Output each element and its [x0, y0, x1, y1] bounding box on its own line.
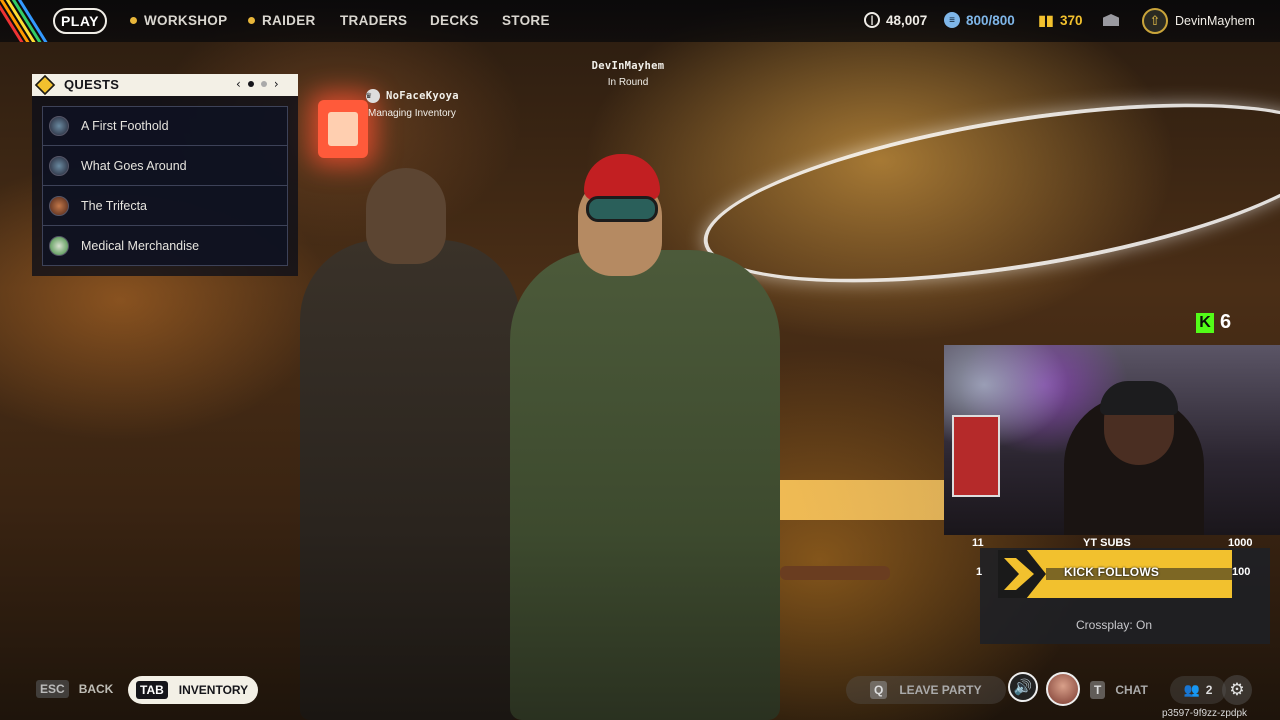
esc-key-icon: ESC	[36, 680, 69, 698]
wall-poster	[952, 415, 1000, 497]
goggles	[586, 196, 658, 222]
chat-button[interactable]: T CHAT	[1090, 676, 1148, 704]
quest-label: Medical Merchandise	[81, 238, 200, 253]
player-name: NoFaceKyoya	[386, 90, 459, 102]
chevron-right-icon	[998, 550, 1046, 598]
quest-item[interactable]: A First Foothold	[42, 106, 288, 146]
chat-label: CHAT	[1115, 683, 1148, 697]
quests-header: QUESTS ‹ ›	[32, 74, 298, 96]
party-members-button[interactable]: 👥 2	[1170, 676, 1226, 704]
streamer-headset	[1100, 381, 1178, 415]
prev-page-icon[interactable]: ‹	[236, 77, 241, 91]
kick-follows-goal-bar: KICK FOLLOWS	[998, 550, 1232, 598]
quests-panel: QUESTS ‹ › A First Foothold What Goes Ar…	[32, 74, 298, 276]
tab-workshop[interactable]: WORKSHOP	[130, 13, 227, 28]
yt-subs-label: YT SUBS	[1083, 537, 1131, 549]
party-controls: Q LEAVE PARTY 🔊 T CHAT 👥 2 ⚙	[846, 672, 1266, 708]
player-status: Managing Inventory	[368, 108, 456, 119]
player-name: DevInMayhem	[591, 60, 665, 72]
quest-giver-avatar-icon	[49, 155, 69, 176]
raider-character-right	[510, 250, 780, 720]
rainbow-stripes-logo	[0, 0, 48, 42]
quests-title: QUESTS	[64, 77, 120, 92]
quest-item[interactable]: The Trifecta	[42, 186, 288, 226]
energy-balance[interactable]: ≡ 800/800	[944, 12, 1015, 28]
quest-giver-avatar-icon	[49, 195, 69, 216]
crossplay-status: Crossplay: On	[1076, 618, 1153, 632]
username-label[interactable]: DevinMayhem	[1175, 14, 1255, 28]
bar-stool	[780, 566, 890, 580]
t-key-icon: T	[1090, 681, 1106, 699]
coins-balance[interactable]: | 48,007	[864, 12, 927, 28]
notification-dot-icon	[130, 16, 137, 24]
quests-pager: ‹ ›	[236, 77, 279, 91]
top-nav-bar: PLAY WORKSHOP RAIDER TRADERS DECKS STORE…	[0, 0, 1280, 42]
webcam-feed	[944, 345, 1280, 535]
player-tag-self: DevInMayhem In Round	[582, 60, 674, 88]
raider-character-left	[300, 240, 520, 720]
party-leader-crown-icon: ♛	[366, 89, 380, 103]
leave-party-label: LEAVE PARTY	[899, 683, 982, 697]
page-dot-active	[247, 81, 254, 87]
leave-party-button[interactable]: Q LEAVE PARTY	[846, 676, 1006, 704]
q-key-icon: Q	[870, 681, 888, 699]
kick-logo-icon: K	[1196, 312, 1214, 333]
raider-character-left-head	[366, 168, 446, 264]
inventory-label: INVENTORY	[178, 683, 249, 697]
player-level-badge-icon[interactable]: ⇧	[1142, 8, 1168, 34]
kick-follows-current: 1	[976, 566, 983, 578]
tokens-icon: ▮▮	[1038, 11, 1054, 28]
coins-value: 48,007	[886, 12, 928, 28]
red-helmet	[584, 154, 660, 200]
kick-follows-target: 100	[1232, 566, 1251, 578]
back-label: BACK	[78, 682, 114, 696]
kick-count-value: 6	[1220, 311, 1232, 333]
quest-item[interactable]: What Goes Around	[42, 146, 288, 186]
quest-giver-avatar-icon	[49, 235, 69, 256]
quest-label: A First Foothold	[81, 119, 169, 133]
play-tab[interactable]: PLAY	[53, 8, 107, 34]
tab-key-icon: TAB	[136, 681, 168, 699]
tab-store[interactable]: STORE	[502, 13, 550, 28]
inventory-button[interactable]: TAB INVENTORY	[128, 676, 258, 704]
ceiling-light-ring	[692, 68, 1280, 318]
energy-value: 800/800	[966, 12, 1015, 28]
quest-diamond-icon	[34, 74, 56, 96]
quest-list: A First Foothold What Goes Around The Tr…	[42, 106, 288, 266]
party-members-icon: 👥	[1183, 682, 1200, 697]
next-page-icon[interactable]: ›	[274, 77, 279, 91]
quest-giver-avatar-icon	[49, 116, 69, 136]
tokens-value: 370	[1060, 12, 1083, 28]
party-member-avatar[interactable]	[1046, 672, 1080, 706]
quest-label: What Goes Around	[81, 158, 187, 173]
notification-dot-icon	[248, 16, 255, 24]
energy-token-icon: ≡	[944, 12, 960, 28]
coin-icon: |	[864, 12, 880, 28]
kick-follows-label: KICK FOLLOWS	[1064, 565, 1160, 579]
settings-gear-icon[interactable]: ⚙	[1222, 675, 1252, 705]
session-id: p3597-9f9zz-zpdpk	[1162, 708, 1248, 719]
voice-chat-speaker-icon[interactable]: 🔊	[1008, 672, 1038, 702]
kick-viewer-count: K 6	[1196, 311, 1231, 334]
yt-subs-target: 1000	[1228, 537, 1253, 549]
player-tag-party-member: ♛ NoFaceKyoya Managing Inventory	[366, 89, 459, 119]
tab-traders[interactable]: TRADERS	[340, 13, 407, 28]
player-status: In Round	[607, 77, 649, 88]
mail-icon[interactable]	[1103, 14, 1119, 26]
page-dot	[260, 81, 267, 87]
tab-decks[interactable]: DECKS	[430, 13, 479, 28]
red-wall-lamp	[318, 100, 368, 158]
quest-item[interactable]: Medical Merchandise	[42, 226, 288, 266]
yt-subs-current: 11	[972, 537, 984, 549]
tab-raider[interactable]: RAIDER	[248, 13, 316, 28]
party-count: 2	[1205, 683, 1213, 697]
back-button[interactable]: ESC BACK	[36, 680, 113, 698]
tokens-balance[interactable]: ▮▮ 370	[1038, 11, 1083, 28]
quest-label: The Trifecta	[81, 198, 147, 213]
